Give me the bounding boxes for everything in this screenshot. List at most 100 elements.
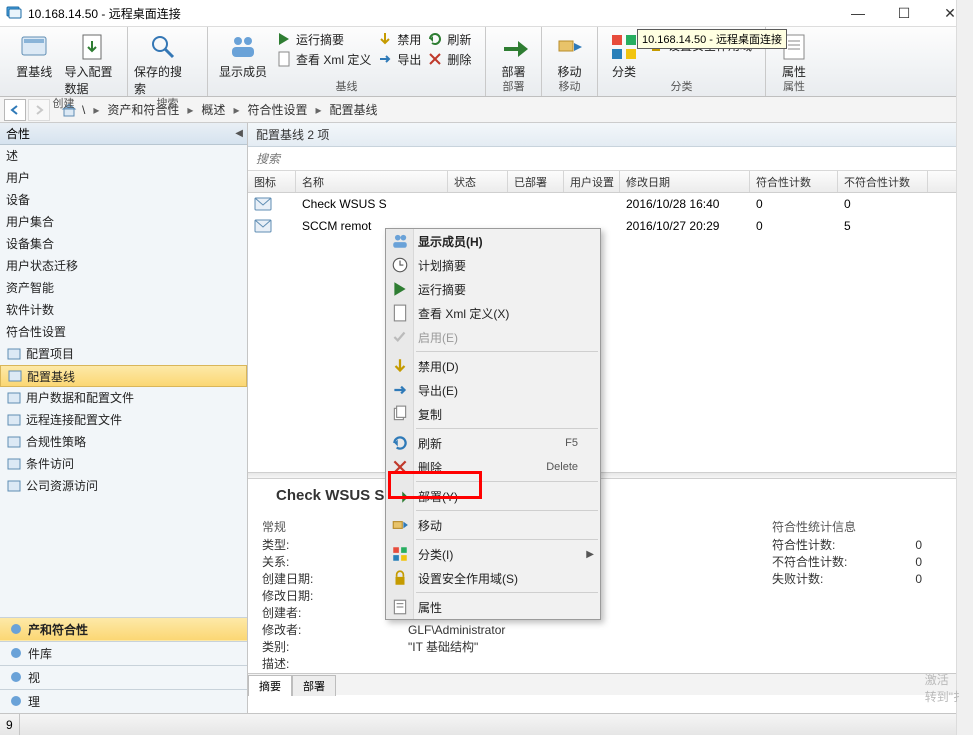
create-baseline-button[interactable]: 置基线 — [6, 29, 63, 80]
context-menu-item[interactable]: 禁用(D) — [386, 354, 600, 378]
collapse-icon[interactable]: ◀ — [235, 128, 243, 139]
maximize-button[interactable]: ☐ — [881, 0, 927, 26]
context-menu-item[interactable]: 移动 — [386, 513, 600, 537]
check-icon — [391, 328, 409, 346]
nav-item[interactable]: 述 — [0, 145, 247, 167]
baseline-row-icon — [254, 219, 272, 233]
nav-item[interactable]: 远程连接配置文件 — [0, 409, 247, 431]
run-summary-button[interactable]: 运行摘要 — [274, 29, 373, 49]
rdp-icon — [6, 5, 22, 21]
data-grid: 图标 名称 状态 已部署 用户设置 修改日期 符合性计数 不符合性计数 Chec… — [248, 171, 973, 237]
breadcrumb-item[interactable]: 符合性设置 — [245, 101, 309, 118]
nav-section[interactable]: 视 — [0, 665, 247, 689]
nav-item[interactable]: 公司资源访问 — [0, 475, 247, 497]
column-header[interactable]: 名称 — [296, 171, 448, 192]
context-menu-item[interactable]: 运行摘要 — [386, 277, 600, 301]
clock-icon — [391, 256, 409, 274]
ribbon-group-label: 搜索 — [134, 97, 201, 111]
folder-icon — [7, 368, 23, 384]
nav-item[interactable]: 资产智能 — [0, 277, 247, 299]
refresh-button[interactable]: 刷新 — [425, 29, 473, 49]
grid-icon — [608, 31, 640, 63]
column-header[interactable]: 符合性计数 — [750, 171, 838, 192]
nav-item[interactable]: 用户集合 — [0, 211, 247, 233]
context-menu-item[interactable]: 部署(Y) — [386, 484, 600, 508]
delete-icon — [427, 51, 443, 67]
section-icon — [8, 621, 24, 637]
nav-section[interactable]: 产和符合性 — [0, 617, 247, 641]
ribbon-group-label: 移动 — [548, 80, 591, 96]
forward-button[interactable] — [28, 99, 50, 121]
breadcrumb-item[interactable]: 概述 — [199, 101, 227, 118]
deploy-icon — [391, 487, 409, 505]
section-label: 符合性统计信息 — [772, 518, 922, 535]
import-config-button[interactable]: 导入配置数据 — [65, 29, 122, 97]
column-header[interactable]: 图标 — [248, 171, 296, 192]
ribbon-group-label: 分类 — [604, 80, 759, 96]
context-menu-item[interactable]: 删除Delete — [386, 455, 600, 479]
nav-section[interactable]: 理 — [0, 689, 247, 713]
nav-item[interactable]: 设备 — [0, 189, 247, 211]
ribbon-group-label: 创建 — [6, 97, 121, 111]
nav-item[interactable]: 设备集合 — [0, 233, 247, 255]
nav-item[interactable]: 配置基线 — [0, 365, 247, 387]
search-input[interactable] — [248, 147, 973, 170]
column-header[interactable]: 用户设置 — [564, 171, 620, 192]
context-menu-item[interactable]: 设置安全作用域(S) — [386, 566, 600, 590]
context-menu-item[interactable]: 查看 Xml 定义(X) — [386, 301, 600, 325]
column-header[interactable]: 修改日期 — [620, 171, 750, 192]
export-button[interactable]: 导出 — [375, 49, 423, 69]
column-header[interactable]: 不符合性计数 — [838, 171, 928, 192]
delete-button[interactable]: 删除 — [425, 49, 473, 69]
context-menu-item[interactable]: 属性 — [386, 595, 600, 619]
details-title: Check WSUS Ser — [248, 479, 973, 508]
folder-icon — [6, 434, 22, 450]
table-row[interactable]: SCCM remot2016/10/27 20:2905 — [248, 215, 973, 237]
context-menu-item: 启用(E) — [386, 325, 600, 349]
rdp-tooltip: 10.168.14.50 - 远程桌面连接 — [637, 29, 787, 49]
table-row[interactable]: Check WSUS S2016/10/28 16:4000 — [248, 193, 973, 215]
view-xml-button[interactable]: 查看 Xml 定义 — [274, 49, 373, 69]
baseline-icon — [18, 31, 50, 63]
content-panel: 配置基线 2 项 图标 名称 状态 已部署 用户设置 修改日期 符合性计数 不符… — [248, 123, 973, 713]
context-menu-item[interactable]: 计划摘要 — [386, 253, 600, 277]
play-icon — [276, 31, 292, 47]
move-button[interactable]: 移动 — [548, 29, 591, 80]
details-tabs: 摘要 部署 — [248, 673, 973, 695]
deploy-button[interactable]: 部署 — [492, 29, 535, 80]
context-menu-item[interactable]: 导出(E) — [386, 378, 600, 402]
tab-summary[interactable]: 摘要 — [248, 675, 292, 696]
context-menu-item[interactable]: 刷新F5 — [386, 431, 600, 455]
tab-deploy[interactable]: 部署 — [292, 675, 336, 696]
saved-search-button[interactable]: 保存的搜索 — [134, 29, 192, 97]
context-menu-item[interactable]: 分类(I)▶ — [386, 542, 600, 566]
minimize-button[interactable]: — — [835, 0, 881, 26]
section-icon — [8, 645, 24, 661]
details-panel: Check WSUS Ser 常规 类型: 关系: 创建日期:2016/10/2… — [248, 479, 973, 714]
horizontal-splitter[interactable] — [248, 472, 973, 479]
disable-button[interactable]: 禁用 — [375, 29, 423, 49]
show-members-button[interactable]: 显示成员 — [214, 29, 272, 80]
scrollbar[interactable] — [956, 123, 973, 713]
nav-item[interactable]: 用户状态迁移 — [0, 255, 247, 277]
nav-item[interactable]: 用户数据和配置文件 — [0, 387, 247, 409]
delete-icon — [391, 458, 409, 476]
column-header[interactable]: 已部署 — [508, 171, 564, 192]
nav-item[interactable]: 符合性设置 — [0, 321, 247, 343]
folder-icon — [6, 478, 22, 494]
section-icon — [8, 669, 24, 685]
import-icon — [77, 31, 109, 63]
context-menu-item[interactable]: 显示成员(H) — [386, 229, 600, 253]
nav-item[interactable]: 合规性策略 — [0, 431, 247, 453]
context-menu-item[interactable]: 复制 — [386, 402, 600, 426]
breadcrumb-item[interactable]: 配置基线 — [328, 101, 380, 118]
status-segment: 9 — [0, 714, 20, 735]
nav-item[interactable]: 条件访问 — [0, 453, 247, 475]
nav-item[interactable]: 配置项目 — [0, 343, 247, 365]
column-header[interactable]: 状态 — [448, 171, 508, 192]
folder-icon — [6, 346, 22, 362]
nav-item[interactable]: 用户 — [0, 167, 247, 189]
nav-section[interactable]: 件库 — [0, 641, 247, 665]
nav-item[interactable]: 软件计数 — [0, 299, 247, 321]
ribbon-group-label: 属性 — [772, 80, 816, 96]
